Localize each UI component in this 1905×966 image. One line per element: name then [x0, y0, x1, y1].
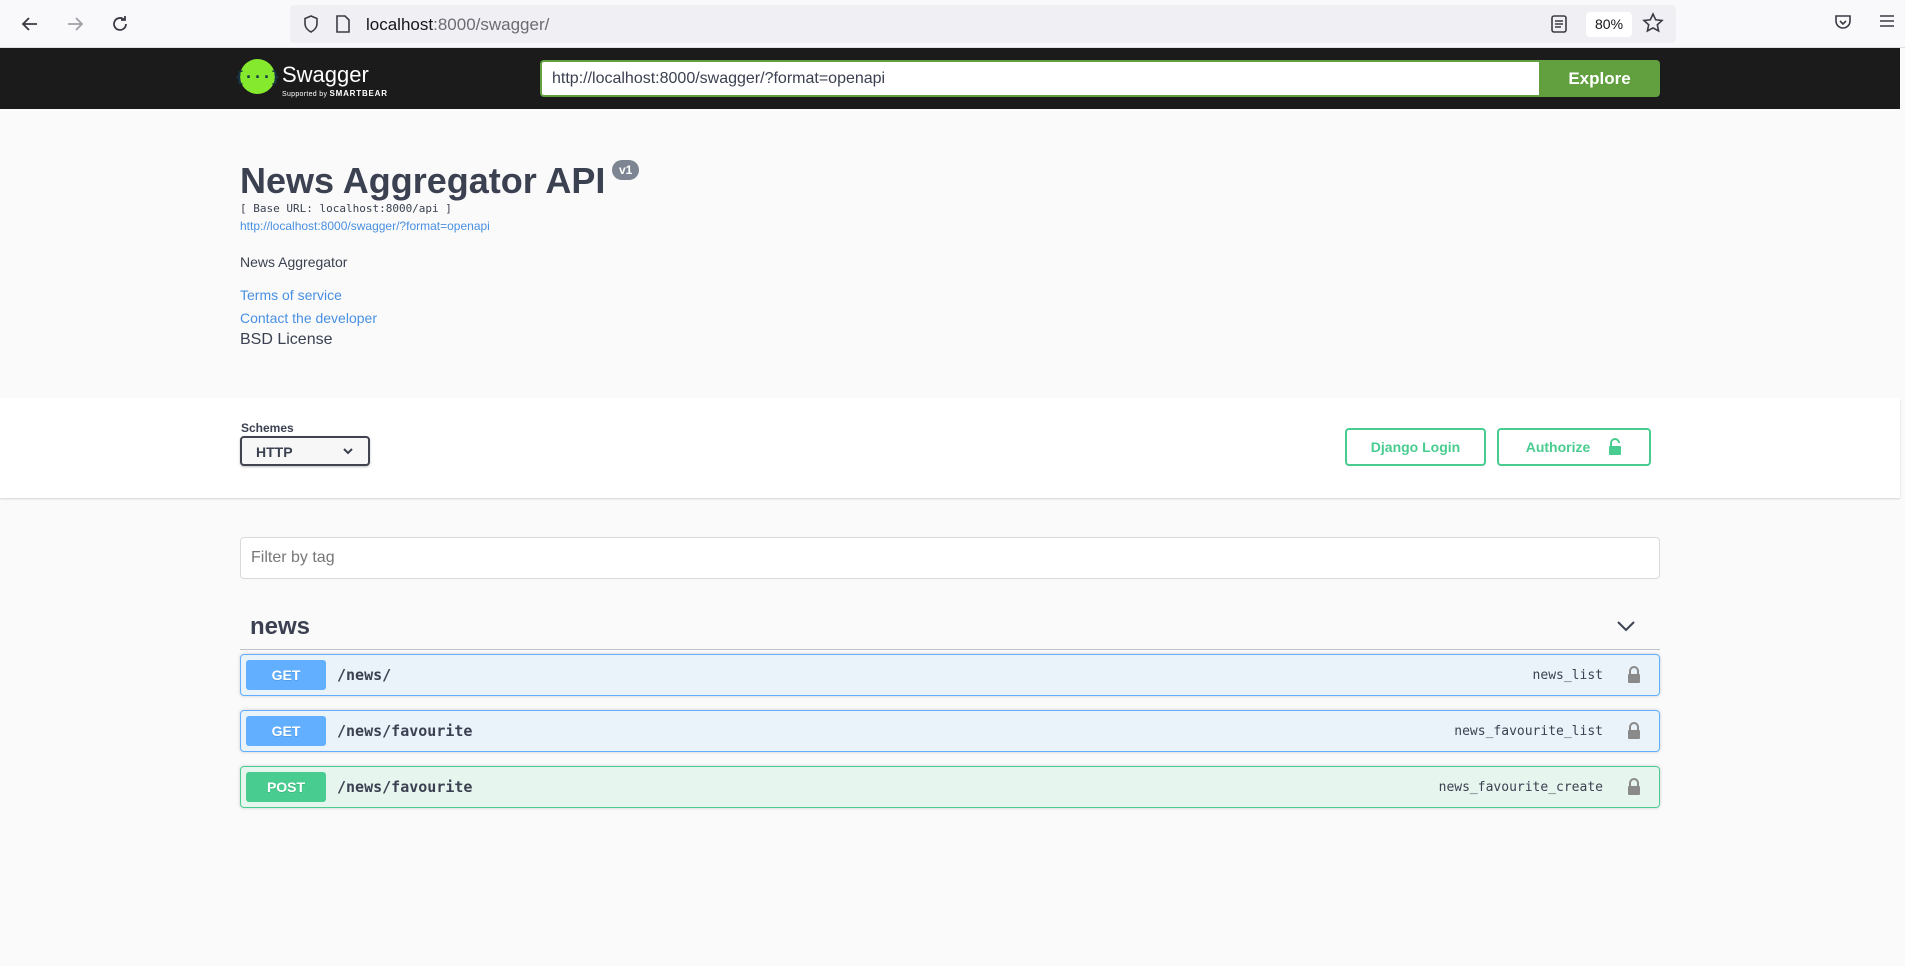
scheme-container: Schemes HTTP Django Login Authorize — [0, 398, 1900, 498]
zoom-level[interactable]: 80% — [1586, 12, 1633, 37]
url-host: localhost — [366, 15, 434, 34]
chevron-down-icon — [341, 444, 355, 463]
operation-id: news_favourite_create — [1438, 780, 1603, 795]
tag-name: news — [250, 613, 311, 640]
method-badge: GET — [246, 716, 326, 746]
lock-icon[interactable] — [1627, 721, 1641, 741]
filter-by-tag-input[interactable] — [240, 537, 1660, 579]
reload-button[interactable] — [106, 10, 134, 38]
method-badge: GET — [246, 660, 326, 690]
api-title: News Aggregator API — [240, 160, 606, 201]
back-button[interactable] — [16, 10, 44, 38]
unlocked-lock-icon — [1609, 438, 1622, 455]
forward-arrow-icon — [68, 17, 84, 31]
schemes-select[interactable]: HTTP — [240, 436, 370, 466]
logo-word: Swagger — [282, 62, 369, 87]
shield-icon[interactable] — [302, 14, 320, 34]
operation-path: /news/favourite — [337, 722, 473, 740]
logo-subtitle: Supported by SMARTBEAR — [282, 89, 388, 98]
pocket-icon[interactable] — [1833, 12, 1853, 32]
chevron-down-icon[interactable] — [1616, 616, 1636, 636]
operation-id: news_favourite_list — [1454, 724, 1603, 739]
address-bar[interactable]: localhost:8000/swagger/ 80% — [290, 5, 1676, 43]
operation-path: /news/favourite — [337, 778, 473, 796]
browser-toolbar: localhost:8000/swagger/ 80% — [0, 0, 1905, 48]
tag-section-header[interactable]: news — [240, 603, 1660, 650]
operation-id: news_list — [1532, 668, 1603, 683]
base-url: [ Base URL: localhost:8000/api ] — [240, 202, 452, 215]
spec-url-input[interactable] — [540, 60, 1539, 97]
explore-button[interactable]: Explore — [1539, 60, 1660, 97]
swagger-logo-icon: {···} — [235, 59, 280, 94]
contact-developer-link[interactable]: Contact the developer — [240, 310, 377, 326]
reload-icon — [113, 16, 127, 31]
spec-link[interactable]: http://localhost:8000/swagger/?format=op… — [240, 219, 490, 233]
schemes-selected-value: HTTP — [256, 444, 293, 460]
version-badge: v1 — [612, 160, 640, 180]
terms-of-service-link[interactable]: Terms of service — [240, 287, 342, 303]
django-login-button[interactable]: Django Login — [1345, 428, 1486, 466]
logo-sub-prefix: Supported by — [282, 91, 328, 98]
api-info: News Aggregator API v1 [ Base URL: local… — [240, 160, 1640, 348]
forward-button[interactable] — [61, 10, 89, 38]
hamburger-menu-icon[interactable] — [1878, 12, 1896, 30]
license-text: BSD License — [240, 331, 333, 348]
swagger-logo[interactable]: {···} Swagger Supported by SMARTBEAR — [235, 59, 390, 99]
lock-icon[interactable] — [1627, 665, 1641, 685]
api-description: News Aggregator — [240, 254, 348, 270]
operation-get-news-favourite[interactable]: GET /news/favourite news_favourite_list — [240, 710, 1660, 752]
url-path: :8000/swagger/ — [433, 15, 550, 34]
url-text[interactable]: localhost:8000/swagger/ — [366, 15, 549, 35]
operation-get-news[interactable]: GET /news/ news_list — [240, 654, 1660, 696]
lock-icon[interactable] — [1627, 777, 1641, 797]
bookmark-star-icon[interactable] — [1642, 12, 1664, 34]
authorize-button[interactable]: Authorize — [1497, 428, 1651, 466]
operation-path: /news/ — [337, 666, 392, 684]
back-arrow-icon — [21, 17, 37, 31]
operation-post-news-favourite[interactable]: POST /news/favourite news_favourite_crea… — [240, 766, 1660, 808]
page-icon — [336, 15, 350, 33]
method-badge: POST — [246, 772, 326, 802]
swagger-topbar: {···} Swagger Supported by SMARTBEAR Exp… — [0, 48, 1900, 109]
logo-sub-brand: SMARTBEAR — [329, 89, 388, 98]
schemes-label: Schemes — [241, 421, 294, 435]
reader-view-icon[interactable] — [1550, 14, 1568, 34]
authorize-label: Authorize — [1525, 439, 1591, 455]
